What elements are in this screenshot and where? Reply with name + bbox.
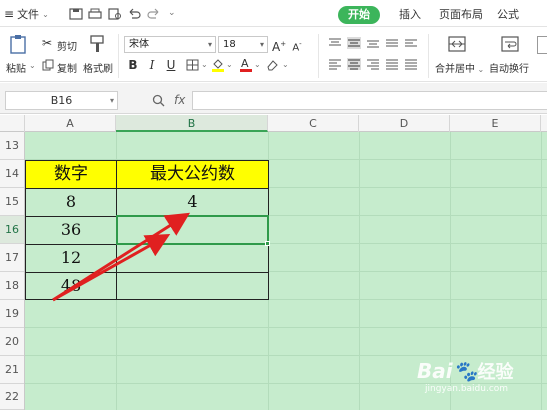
- paste-label[interactable]: 粘贴: [6, 60, 26, 75]
- tab-home[interactable]: 开始: [338, 6, 380, 24]
- justify-icon[interactable]: [385, 58, 399, 70]
- auto-wrap-icon[interactable]: [500, 34, 520, 54]
- print-icon[interactable]: [88, 8, 102, 20]
- column-header-b[interactable]: B: [116, 115, 268, 132]
- chevron-down-icon: ▾: [259, 40, 264, 49]
- text-direction-icon[interactable]: [385, 37, 399, 49]
- row-header-18[interactable]: 18: [0, 272, 24, 300]
- underline-icon[interactable]: U: [164, 57, 178, 73]
- name-box-value: B16: [50, 94, 73, 107]
- wrap-icon[interactable]: [404, 37, 418, 49]
- auto-wrap-label[interactable]: 自动换行: [489, 60, 529, 75]
- paste-icon[interactable]: [8, 34, 28, 54]
- chevron-down-icon: ⌄: [475, 65, 485, 74]
- formula-input[interactable]: [192, 91, 547, 110]
- zoom-icon[interactable]: [152, 94, 165, 107]
- watermark-brand-cn: 经验: [477, 362, 514, 383]
- align-right-icon[interactable]: [366, 58, 380, 70]
- increase-font-icon[interactable]: A+: [272, 36, 286, 54]
- more-tools-icon[interactable]: [537, 36, 547, 54]
- tab-insert[interactable]: 插入: [394, 6, 426, 24]
- row-header-20[interactable]: 20: [0, 328, 24, 356]
- column-header-c[interactable]: C: [268, 115, 359, 132]
- cut-label[interactable]: 剪切: [57, 38, 77, 53]
- align-top-icon[interactable]: [328, 37, 342, 49]
- font-size-value: 18: [223, 39, 236, 50]
- merge-center-label[interactable]: 合并居中 ⌄: [435, 60, 484, 75]
- merge-center-text: 合并居中: [435, 64, 475, 75]
- file-menu-label: 文件: [17, 8, 40, 21]
- chevron-down-icon[interactable]: ⌄: [201, 60, 208, 69]
- divider: [318, 34, 319, 78]
- align-center-icon[interactable]: [347, 58, 361, 70]
- font-color-icon[interactable]: A: [240, 57, 252, 72]
- chevron-down-icon[interactable]: ⌄: [168, 8, 176, 18]
- tab-page-layout[interactable]: 页面布局: [433, 6, 489, 24]
- row-header-bar: 13 14 15 16 17 18 19 20 21 22: [0, 132, 25, 410]
- format-painter-icon[interactable]: [88, 34, 106, 54]
- align-left-icon[interactable]: [328, 58, 342, 70]
- row-header-17[interactable]: 17: [0, 244, 24, 272]
- row-header-14[interactable]: 14: [0, 160, 24, 188]
- row-header-22[interactable]: 22: [0, 384, 24, 410]
- row-header-19[interactable]: 19: [0, 300, 24, 328]
- ribbon-toolbar: 粘贴 ⌄ ✂ 剪切 复制 格式刷 宋体 ▾ 18 ▾ A+ A- B I U ⌄…: [0, 28, 547, 82]
- bold-icon[interactable]: B: [126, 57, 140, 73]
- chevron-down-icon[interactable]: ⌄: [226, 60, 233, 69]
- decrease-font-icon[interactable]: A-: [290, 36, 304, 53]
- font-name-select[interactable]: 宋体 ▾: [124, 36, 216, 53]
- chevron-down-icon: ▾: [207, 40, 212, 49]
- chevron-down-icon[interactable]: ⌄: [282, 60, 289, 69]
- paw-icon: 🐾: [452, 359, 478, 383]
- scissors-icon[interactable]: ✂: [42, 36, 52, 50]
- row-header-13[interactable]: 13: [0, 132, 24, 160]
- file-menu[interactable]: ≡ 文件 ⌄: [4, 6, 49, 22]
- italic-icon[interactable]: I: [145, 57, 159, 73]
- divider: [118, 34, 119, 78]
- undo-icon[interactable]: [127, 8, 141, 20]
- cell-grid[interactable]: 数字 最大公约数 8 4 36 12 48 Bai🐾经验 jingyan.bai…: [25, 132, 547, 410]
- name-box[interactable]: B16 ▾: [5, 91, 118, 110]
- tab-formulas[interactable]: 公式: [494, 6, 522, 24]
- fill-color-icon[interactable]: [212, 58, 224, 72]
- border-icon[interactable]: [186, 59, 199, 71]
- watermark-url: jingyan.baidu.com: [425, 384, 509, 394]
- font-name-value: 宋体: [129, 39, 149, 50]
- font-size-select[interactable]: 18 ▾: [218, 36, 268, 53]
- function-icon[interactable]: fx: [174, 93, 185, 107]
- copy-label[interactable]: 复制: [57, 60, 77, 75]
- row-header-21[interactable]: 21: [0, 356, 24, 384]
- divider: [428, 34, 429, 78]
- watermark-brand: Bai🐾经验: [417, 358, 514, 384]
- hamburger-icon: ≡: [4, 7, 15, 21]
- svg-text:A: A: [241, 57, 249, 70]
- watermark-brand-text: Bai: [417, 359, 453, 383]
- column-header-e[interactable]: E: [450, 115, 541, 132]
- formula-bar: B16 ▾ fx: [0, 83, 547, 114]
- column-header-bar: A B C D E: [0, 115, 547, 132]
- redo-icon[interactable]: [147, 8, 161, 20]
- title-tab-bar: ≡ 文件 ⌄ ⌄ 开始 插入 页面布局 公式: [0, 0, 547, 27]
- distributed-icon[interactable]: [404, 58, 418, 70]
- eraser-icon[interactable]: [266, 59, 279, 71]
- format-painter-label[interactable]: 格式刷: [83, 60, 113, 75]
- row-header-16[interactable]: 16: [0, 216, 24, 244]
- column-header-d[interactable]: D: [359, 115, 450, 132]
- chevron-down-icon: ▾: [109, 96, 114, 105]
- chevron-down-icon[interactable]: ⌄: [254, 60, 261, 69]
- print-preview-icon[interactable]: [108, 8, 122, 20]
- align-middle-icon[interactable]: [347, 37, 361, 49]
- merge-center-icon[interactable]: [447, 34, 467, 54]
- column-header-a[interactable]: A: [25, 115, 116, 132]
- save-icon[interactable]: [69, 8, 83, 20]
- chevron-down-icon: ⌄: [42, 9, 49, 19]
- chevron-down-icon[interactable]: ⌄: [29, 61, 36, 70]
- select-all-corner[interactable]: [0, 115, 25, 132]
- row-header-15[interactable]: 15: [0, 188, 24, 216]
- annotation-arrow-to-b16: [52, 234, 171, 302]
- align-bottom-icon[interactable]: [366, 37, 380, 49]
- copy-icon[interactable]: [42, 59, 54, 71]
